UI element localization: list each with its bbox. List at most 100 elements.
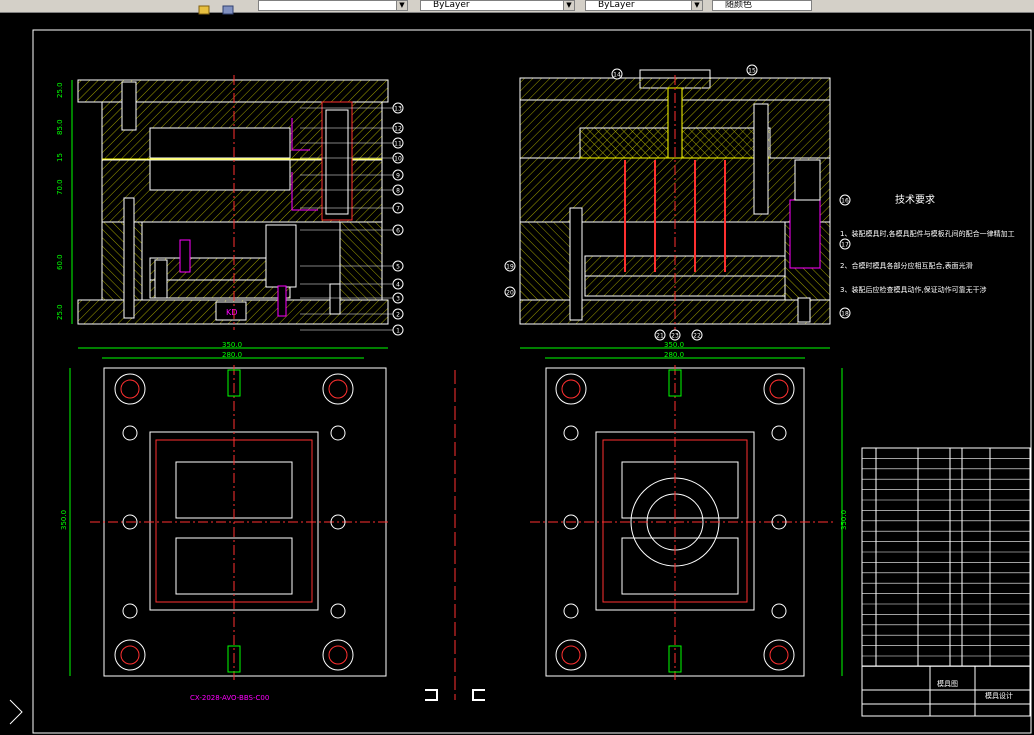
color-dropdown[interactable]: ByLayer ▼ — [420, 0, 575, 11]
left-inner-dim: 280.0 — [222, 351, 242, 359]
title-block-name: 模具图 — [937, 679, 958, 688]
guide-hole — [114, 373, 146, 405]
screw-hole — [771, 425, 787, 441]
guide-hole-inner — [561, 645, 581, 665]
linetype-dropdown[interactable]: ByLayer ▼ — [585, 0, 703, 11]
svg-text:11: 11 — [394, 141, 402, 148]
guide-hole-inner — [561, 379, 581, 399]
guide-hole — [555, 639, 587, 671]
svg-text:14: 14 — [613, 72, 621, 79]
svg-text:23: 23 — [671, 333, 679, 340]
right-section-view — [519, 69, 831, 330]
title-block-company: 模具设计 — [985, 691, 1013, 700]
part-balloon: 12 — [392, 122, 404, 134]
color-dropdown-value: ByLayer — [433, 0, 470, 10]
svg-text:8: 8 — [396, 188, 400, 195]
svg-text:1: 1 — [396, 328, 400, 335]
part-balloon: 11 — [392, 137, 404, 149]
guide-hole — [763, 373, 795, 405]
part-balloon: 6 — [392, 224, 404, 236]
svg-text:21: 21 — [656, 333, 664, 340]
part-balloon: 9 — [392, 169, 404, 181]
svg-text:25.0: 25.0 — [56, 82, 64, 98]
right-plan-view: 350.0 280.0 350.0 — [520, 341, 848, 680]
kd-label: KD — [226, 308, 237, 317]
screw-hole — [771, 603, 787, 619]
guide-hole-inner — [328, 645, 348, 665]
chevron-down-icon[interactable]: ▼ — [563, 1, 574, 10]
screw-hole — [330, 603, 346, 619]
drawing-canvas[interactable]: KD 25.0 85.0 15 70.0 60.0 25.0 131211109… — [0, 12, 1034, 735]
part-balloon: 7 — [392, 202, 404, 214]
tech-req-item-1: 1、装配模具时,各模具配件与模板孔间的配合一律精加工 — [840, 229, 1015, 238]
lineweight-dropdown[interactable]: 随颜色 — [712, 0, 812, 11]
part-balloon: 22 — [691, 329, 703, 341]
title-block: 模具图 模具设计 — [861, 665, 1031, 717]
left-plan-view: 350.0 280.0 350.0 CX-2028-AVO-BBS-C00 — [60, 341, 390, 702]
guide-hole — [322, 639, 354, 671]
guide-hole — [763, 639, 795, 671]
mold-label: CX-2028-AVO-BBS-C00 — [190, 694, 269, 702]
left-height-dim: 350.0 — [60, 510, 68, 530]
svg-text:5: 5 — [396, 264, 400, 271]
svg-text:15: 15 — [748, 68, 756, 75]
guide-hole-inner — [769, 379, 789, 399]
part-balloon: 14 — [611, 68, 623, 80]
part-balloon: 23 — [669, 329, 681, 341]
guide-hole-inner — [120, 645, 140, 665]
svg-text:17: 17 — [841, 242, 849, 249]
guide-hole-inner — [769, 645, 789, 665]
svg-text:25.0: 25.0 — [56, 304, 64, 320]
tech-req-title: 技术要求 — [895, 193, 935, 206]
guide-hole-inner — [120, 379, 140, 399]
svg-text:19: 19 — [506, 264, 514, 271]
svg-text:9: 9 — [396, 173, 400, 180]
chevron-down-icon[interactable]: ▼ — [691, 1, 702, 10]
svg-text:22: 22 — [693, 333, 701, 340]
chevron-down-icon[interactable]: ▼ — [396, 1, 407, 10]
part-balloon: 18 — [839, 307, 851, 319]
svg-text:13: 13 — [394, 106, 402, 113]
left-width-dim: 350.0 — [222, 341, 242, 349]
part-balloon: 4 — [392, 278, 404, 290]
part-balloon: 8 — [392, 184, 404, 196]
guide-hole-inner — [328, 379, 348, 399]
guide-hole — [322, 373, 354, 405]
part-balloon: 2 — [392, 308, 404, 320]
guide-hole — [114, 639, 146, 671]
screw-hole — [122, 425, 138, 441]
part-balloon: 1 — [392, 324, 404, 336]
screw-hole — [330, 425, 346, 441]
technical-requirements: 技术要求 1、装配模具时,各模具配件与模板孔间的配合一律精加工 2、合模时模具各… — [840, 193, 1015, 294]
right-width-dim: 350.0 — [664, 341, 684, 349]
ucs-icon — [9, 699, 23, 725]
part-balloon: 5 — [392, 260, 404, 272]
part-balloon: 13 — [392, 102, 404, 114]
part-balloon: 3 — [392, 292, 404, 304]
layer-tool-icon[interactable] — [222, 0, 234, 15]
part-balloon: 16 — [839, 194, 851, 206]
svg-text:70.0: 70.0 — [56, 179, 64, 195]
layer-state-icon[interactable] — [198, 0, 210, 15]
tech-req-item-2: 2、合模时模具各部分应相互配合,表面光滑 — [840, 261, 973, 270]
screw-hole — [563, 425, 579, 441]
svg-text:16: 16 — [841, 198, 849, 205]
part-balloon: 21 — [654, 329, 666, 341]
part-balloon: 15 — [746, 64, 758, 76]
part-balloon: 17 — [839, 238, 851, 250]
svg-text:4: 4 — [396, 282, 400, 289]
svg-text:6: 6 — [396, 228, 400, 235]
lineweight-dropdown-value: 随颜色 — [725, 0, 753, 10]
part-balloon: 10 — [392, 152, 404, 164]
svg-text:60.0: 60.0 — [56, 254, 64, 270]
svg-text:3: 3 — [396, 296, 400, 303]
right-inner-dim: 280.0 — [664, 351, 684, 359]
section-mark-left — [425, 689, 438, 701]
bill-of-materials — [861, 447, 1031, 667]
layer-dropdown[interactable]: ▼ — [258, 0, 408, 11]
svg-text:85.0: 85.0 — [56, 119, 64, 135]
svg-text:18: 18 — [841, 311, 849, 318]
svg-text:10: 10 — [394, 156, 402, 163]
svg-text:7: 7 — [396, 206, 400, 213]
part-balloon: 20 — [504, 286, 516, 298]
